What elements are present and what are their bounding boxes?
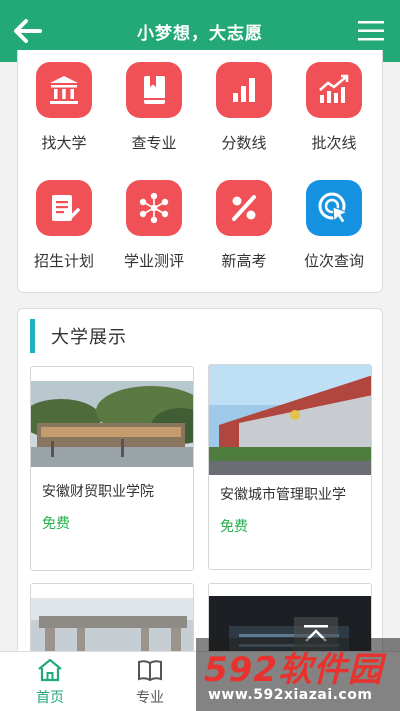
university-name: 安徽财贸职业学院 xyxy=(42,484,154,500)
university-photo xyxy=(209,365,371,475)
book-icon xyxy=(126,62,182,118)
function-label: 查专业 xyxy=(131,134,177,152)
function-label: 分数线 xyxy=(221,134,267,152)
tab-home[interactable]: 首页 xyxy=(20,658,80,707)
function-grid: 找大学 查专业 分数线 批次线 招生计划 学业测评 新高考 位次查询 xyxy=(17,50,383,293)
university-price: 免费 xyxy=(42,516,70,532)
function-item-enrollment-plan[interactable]: 招生计划 xyxy=(22,180,106,271)
watermark-url: www.592xiazai.com xyxy=(208,687,373,703)
function-item-academic-assessment[interactable]: 学业测评 xyxy=(112,180,196,271)
home-icon xyxy=(38,658,62,682)
tab-label: 首页 xyxy=(36,690,64,706)
tab-label: 专业 xyxy=(136,690,164,706)
plan-document-icon xyxy=(36,180,92,236)
function-label: 新高考 xyxy=(221,252,267,270)
university-name: 安徽城市管理职业学 xyxy=(220,487,346,503)
percent-icon xyxy=(216,180,272,236)
university-price: 免费 xyxy=(220,519,248,535)
target-cursor-icon xyxy=(306,180,362,236)
function-item-find-major[interactable]: 查专业 xyxy=(112,62,196,153)
function-label: 招生计划 xyxy=(33,252,94,270)
function-label: 学业测评 xyxy=(123,252,184,270)
back-arrow-icon[interactable] xyxy=(14,19,42,43)
section-accent-bar xyxy=(30,319,35,353)
university-card[interactable]: 安徽财贸职业学院 免费 xyxy=(30,366,194,571)
trend-chart-icon xyxy=(306,62,362,118)
bar-chart-icon xyxy=(216,62,272,118)
open-book-icon xyxy=(138,660,162,682)
page-title: 小梦想，大志愿 xyxy=(137,23,263,44)
section-header: 大学展示 xyxy=(30,319,127,353)
site-watermark: 592软件园 www.592xiazai.com xyxy=(196,638,400,711)
university-photo xyxy=(31,598,193,658)
function-label: 找大学 xyxy=(41,134,87,152)
watermark-brand: 592软件园 xyxy=(204,642,383,691)
molecule-network-icon xyxy=(126,180,182,236)
function-item-batch-line[interactable]: 批次线 xyxy=(292,62,376,153)
watermark-text: 软件园 xyxy=(277,650,383,690)
university-photo xyxy=(31,381,193,467)
function-label: 位次查询 xyxy=(303,252,364,270)
function-item-new-gaokao[interactable]: 新高考 xyxy=(202,180,286,271)
section-title: 大学展示 xyxy=(51,327,127,348)
menu-icon[interactable] xyxy=(358,20,384,42)
university-card[interactable]: 安徽城市管理职业学 免费 xyxy=(208,364,372,570)
function-item-score-line[interactable]: 分数线 xyxy=(202,62,286,153)
function-item-find-university[interactable]: 找大学 xyxy=(22,62,106,153)
function-item-rank-query[interactable]: 位次查询 xyxy=(292,180,376,271)
university-showcase: 大学展示 安徽财贸职业学院 免费 安徽城市管理职业学 免费 xyxy=(17,308,383,669)
function-label: 批次线 xyxy=(311,134,357,152)
university-building-icon xyxy=(36,62,92,118)
tab-major[interactable]: 专业 xyxy=(120,658,180,707)
watermark-number: 592 xyxy=(204,650,278,690)
